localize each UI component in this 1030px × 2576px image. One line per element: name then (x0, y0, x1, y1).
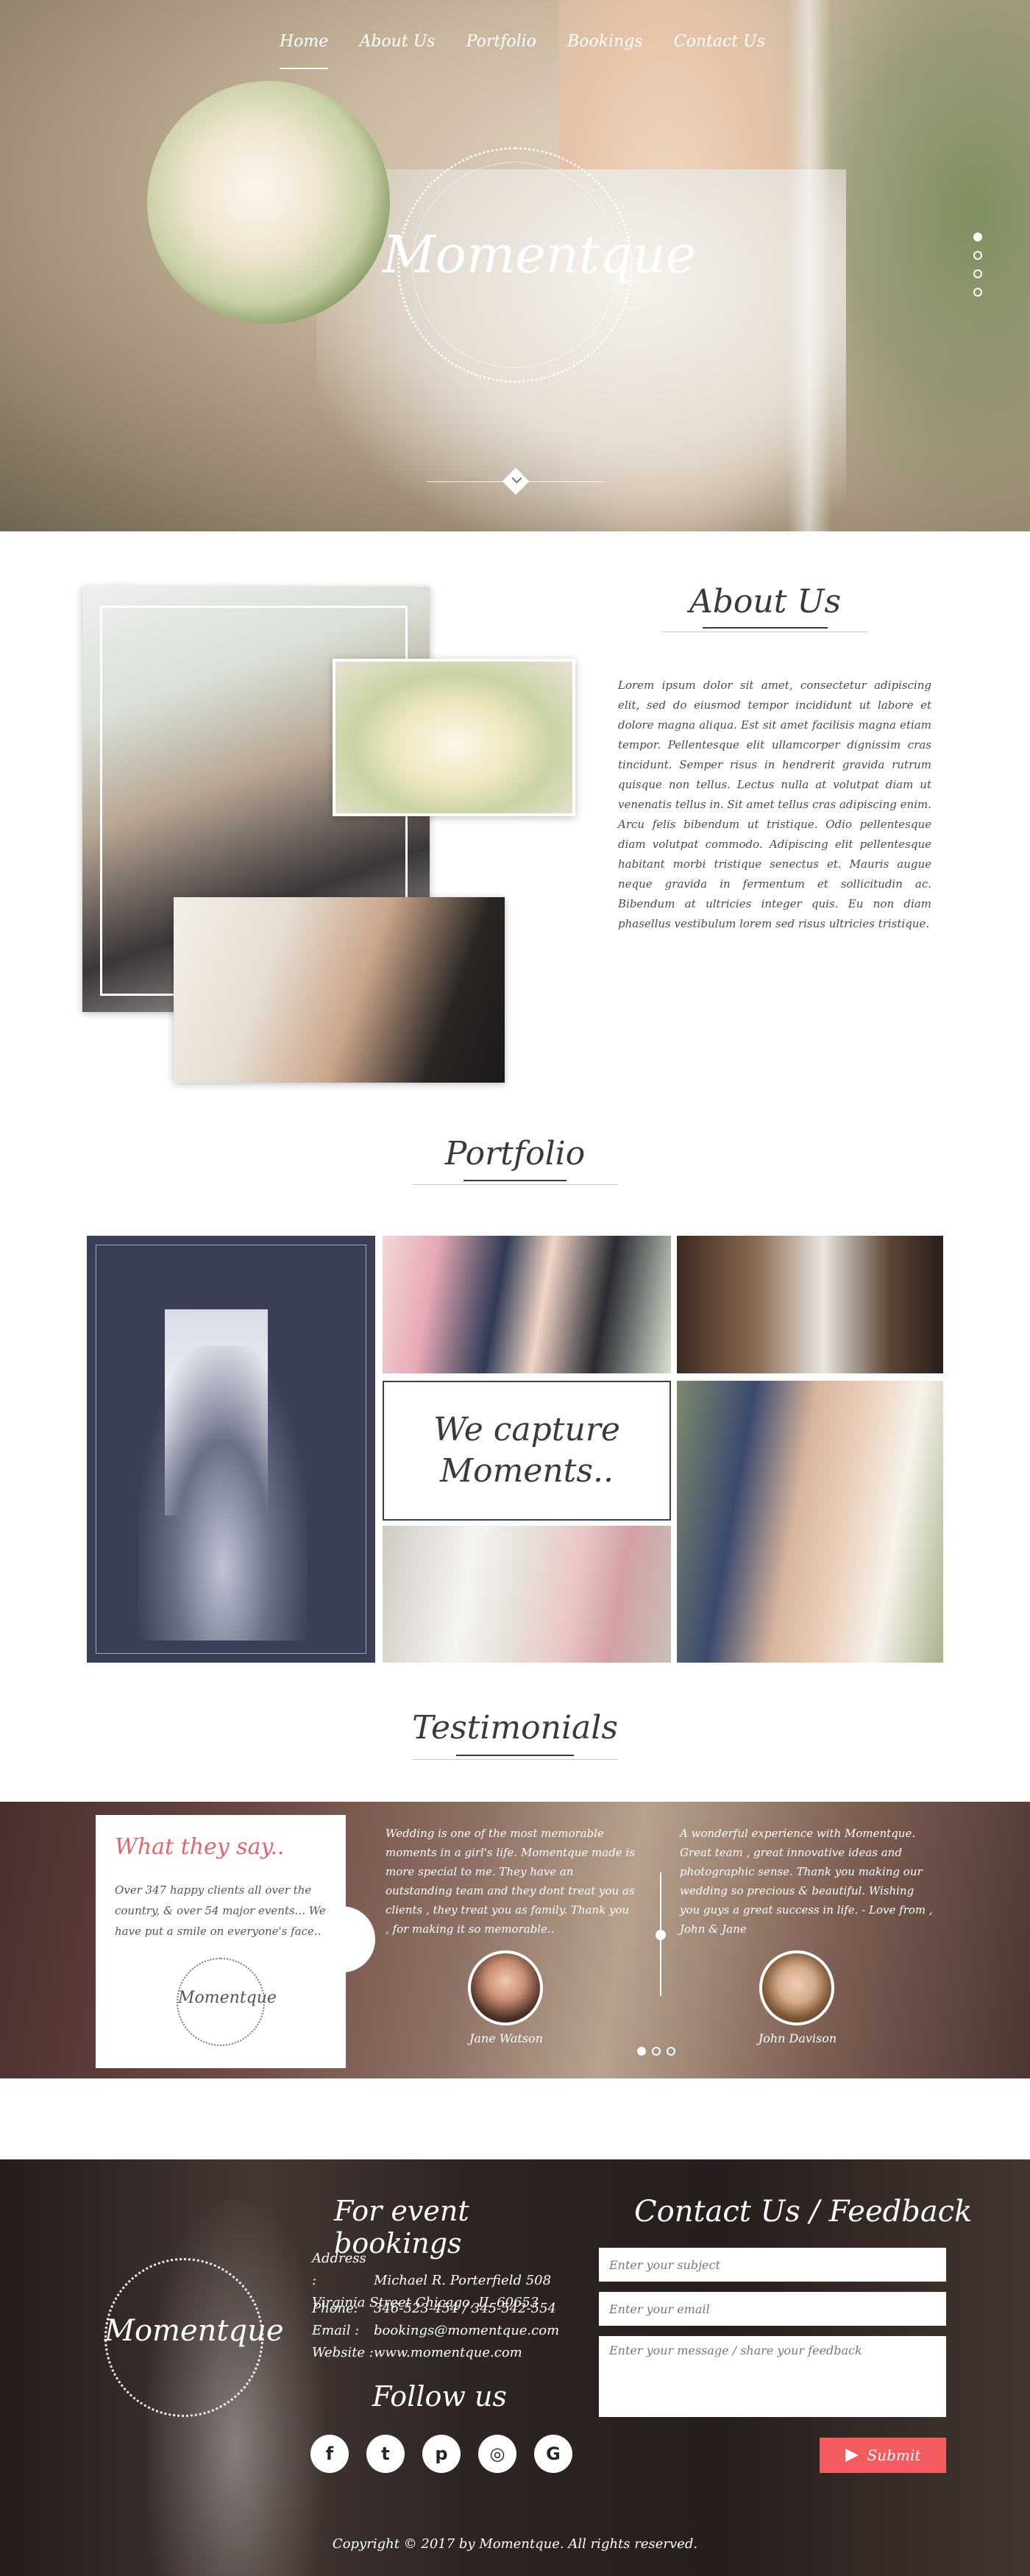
submit-label: Submit (867, 2446, 921, 2464)
capture-text: We capture Moments.. (416, 1409, 637, 1492)
chevron-down-icon (511, 473, 522, 484)
submit-button[interactable]: Submit (820, 2438, 946, 2473)
facebook-icon[interactable]: f (310, 2435, 349, 2473)
about-title-underline (703, 627, 828, 629)
testimonial-summary-card: What they say.. Over 347 happy clients a… (96, 1815, 346, 2068)
testimonial-author-2: John Davison (758, 2031, 837, 2045)
card-heading: What they say.. (115, 1834, 285, 1860)
nav-portfolio[interactable]: Portfolio (466, 32, 536, 69)
slider-dot-2[interactable] (973, 251, 982, 260)
email-input[interactable] (599, 2292, 946, 2326)
avatar (468, 1950, 543, 2025)
testimonial-dot-2[interactable] (652, 2047, 661, 2056)
hero-bouquet-image (147, 81, 390, 324)
nav-bookings[interactable]: Bookings (567, 32, 643, 69)
follow-us-title: Follow us (372, 2380, 507, 2413)
copyright-text: Copyright © 2017 by Momentque. All right… (332, 2536, 698, 2552)
phone-label: Phone: (312, 2301, 358, 2316)
email-row: Email : bookings@momentque.com (312, 2320, 559, 2342)
hero-divider-left (427, 481, 508, 482)
website-label: Website : (312, 2345, 374, 2360)
testimonial-dot-3[interactable] (667, 2047, 675, 2056)
email-value[interactable]: bookings@momentque.com (374, 2323, 559, 2338)
portfolio-title-line (412, 1184, 618, 1185)
pinterest-icon[interactable]: p (422, 2435, 461, 2473)
portfolio-title: Portfolio (444, 1135, 586, 1172)
capture-line-1: We capture (433, 1411, 620, 1448)
hero-slider-dots (973, 233, 984, 306)
card-logo-text: Momentque (178, 1989, 277, 2007)
portfolio-silhouette-photo[interactable] (87, 1236, 375, 1663)
testimonial-divider-dot (656, 1930, 666, 1940)
testimonial-dot-1[interactable] (637, 2047, 646, 2056)
address-label: Address : (312, 2251, 366, 2288)
hero-logo-text: Momentque (383, 224, 697, 285)
website-link[interactable]: www.momentque.com (374, 2345, 522, 2360)
portfolio-capture-tile: We capture Moments.. (383, 1381, 671, 1521)
card-body: Over 347 happy clients all over the coun… (115, 1883, 326, 1938)
couple-silhouette (138, 1346, 308, 1641)
google-icon[interactable]: G (534, 2435, 572, 2473)
portfolio-title-underline (464, 1180, 566, 1181)
capture-line-2: Moments.. (440, 1452, 614, 1490)
avatar (759, 1950, 834, 2025)
slider-dot-4[interactable] (973, 288, 982, 297)
portfolio-shoes-photo[interactable] (383, 1526, 671, 1663)
phone-row: Phone: 346-523-454 / 345-542-554 (312, 2298, 556, 2320)
floral-wreath-icon: Momentque (177, 1958, 277, 2046)
about-rings-photo (174, 897, 505, 1083)
nav-home[interactable]: Home (280, 32, 329, 69)
about-body-text: Lorem ipsum dolor sit amet, consectetur … (618, 679, 931, 930)
phone-value: 346-523-454 / 345-542-554 (374, 2301, 556, 2316)
hero-veil (787, 0, 831, 531)
slider-dot-1[interactable] (973, 233, 982, 241)
portfolio-staircase-photo[interactable] (677, 1236, 943, 1373)
about-title-line (662, 631, 868, 632)
portfolio-ceremony-photo[interactable] (383, 1236, 671, 1373)
testimonial-author-1: Jane Watson (469, 2031, 543, 2045)
contact-feedback-title: Contact Us / Feedback (634, 2195, 973, 2229)
nav-about-us[interactable]: About Us (359, 32, 435, 69)
testimonials-title: Testimonials (412, 1709, 618, 1747)
slider-dot-3[interactable] (973, 269, 982, 278)
hero-divider-right (524, 481, 605, 482)
testimonials-title-underline (456, 1755, 574, 1756)
footer-logo: Momentque (104, 2258, 284, 2417)
about-title: About Us (689, 583, 842, 620)
footer-logo-text: Momentque (104, 2314, 284, 2348)
social-links: f t p ◎ G (310, 2435, 572, 2473)
testimonial-quote-1: Wedding is one of the most memorable mom… (386, 1827, 635, 1936)
about-flowers-photo (333, 659, 575, 816)
website-row: Website :www.momentque.com (312, 2342, 522, 2364)
nav-contact-us[interactable]: Contact Us (674, 32, 765, 69)
testimonials-title-line (412, 1759, 618, 1760)
hero-section: Home About Us Portfolio Bookings Contact… (0, 0, 1030, 531)
portfolio-couple-portrait[interactable] (677, 1381, 943, 1663)
testimonial-slider-dots (637, 2047, 675, 2056)
twitter-icon[interactable]: t (366, 2435, 405, 2473)
instagram-icon[interactable]: ◎ (478, 2435, 516, 2473)
testimonial-quote-2: A wonderful experience with Momentque. G… (680, 1827, 933, 1936)
hero-logo: Momentque (383, 132, 697, 397)
subject-input[interactable] (599, 2248, 946, 2282)
send-icon (845, 2449, 859, 2462)
email-label: Email : (312, 2323, 360, 2338)
message-input[interactable] (599, 2336, 946, 2417)
main-nav: Home About Us Portfolio Bookings Contact… (280, 32, 765, 69)
